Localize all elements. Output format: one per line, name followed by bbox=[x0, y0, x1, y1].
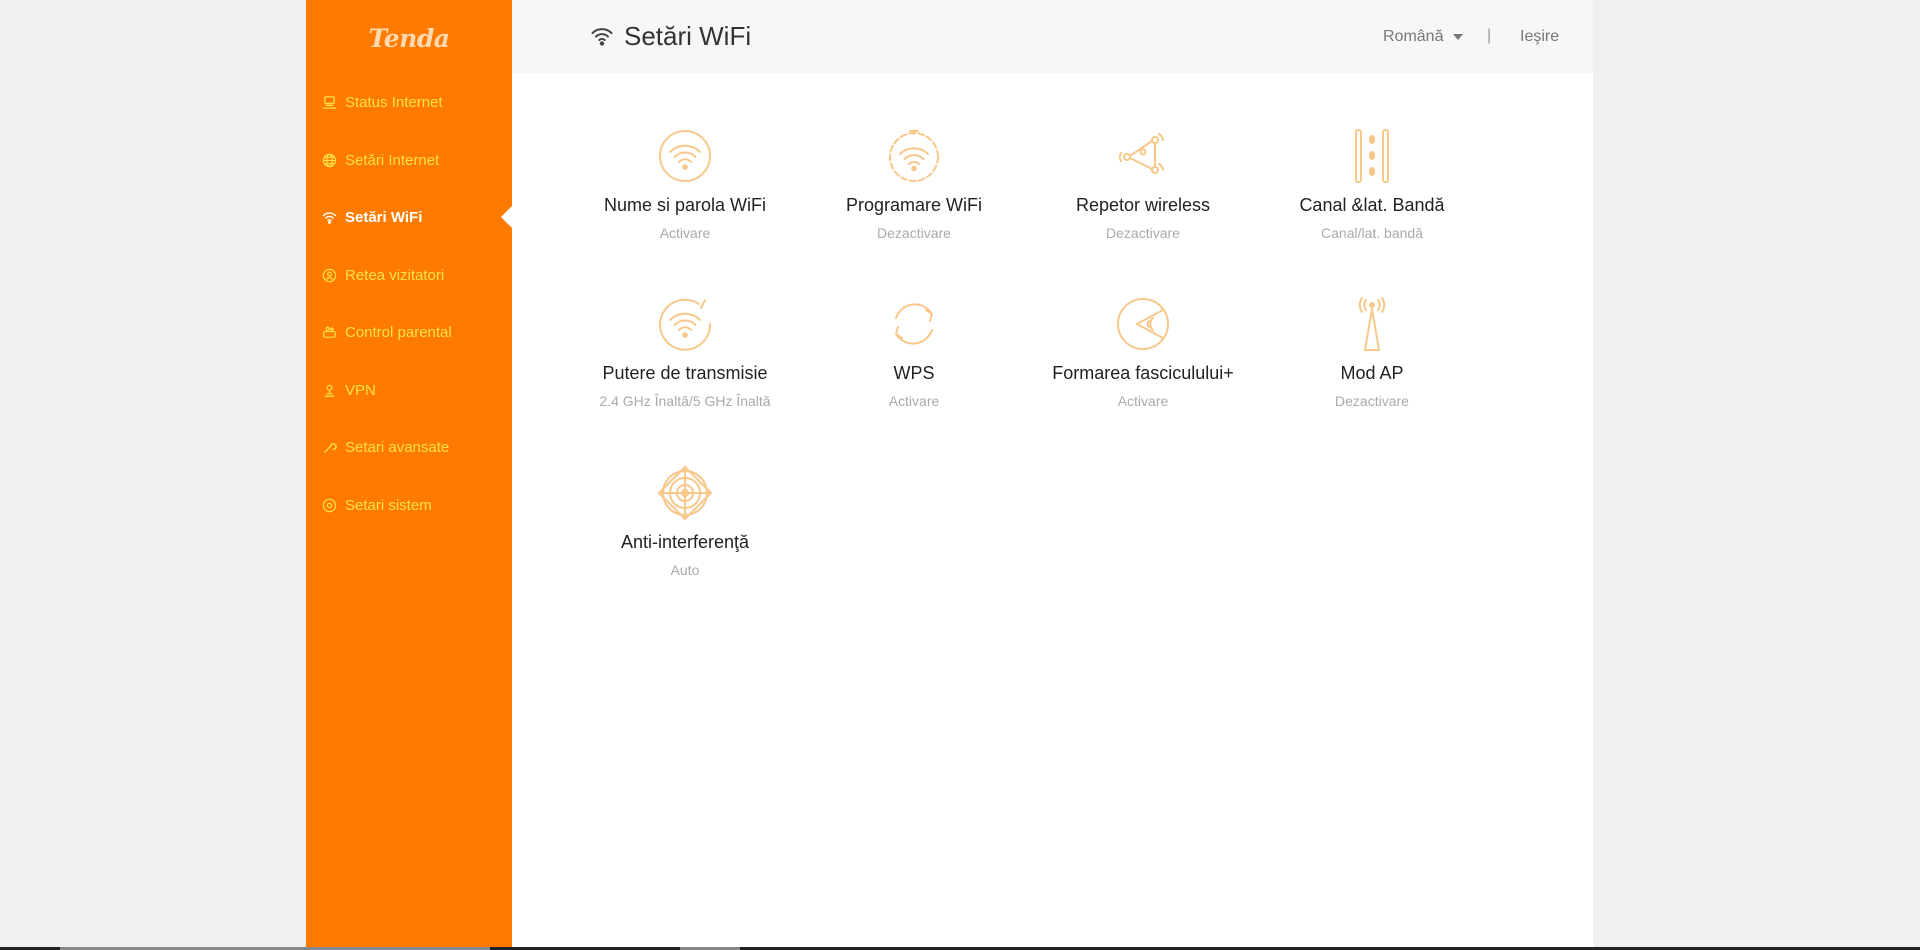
tile-status: Activare bbox=[888, 393, 940, 409]
tile-wifi-schedule[interactable]: Programare WiFi Dezactivare bbox=[814, 128, 1014, 245]
tile-title: Anti-interferenţă bbox=[620, 532, 750, 552]
logout-link[interactable]: Ieşire bbox=[1520, 28, 1559, 46]
beamforming-icon bbox=[1117, 298, 1169, 350]
sidebar-item-setari-sistem[interactable]: Setari sistem bbox=[320, 493, 432, 517]
tile-title: Nume si parola WiFi bbox=[603, 195, 767, 215]
globe-icon bbox=[320, 151, 338, 169]
antenna-icon bbox=[1358, 297, 1386, 351]
header-separator: | bbox=[1487, 27, 1492, 44]
language-label: Română bbox=[1383, 28, 1444, 45]
wrench-icon bbox=[320, 438, 338, 456]
page-title-text: Setări WiFi bbox=[624, 20, 752, 51]
tile-title: WPS bbox=[893, 363, 935, 383]
sidebar-item-label: Setări Internet bbox=[345, 151, 440, 169]
tile-transmit-power[interactable]: Putere de transmisie 2.4 GHz Înaltă/5 GH… bbox=[585, 296, 785, 413]
tile-ap-mode[interactable]: Mod AP Dezactivare bbox=[1272, 296, 1472, 413]
sidebar-item-label: Retea vizitatori bbox=[345, 266, 445, 284]
tile-status: Canal/lat. bandă bbox=[1321, 225, 1423, 241]
tile-wireless-repeater[interactable]: Repetor wireless Dezactivare bbox=[1043, 128, 1243, 245]
tile-beamforming[interactable]: Formarea fasciculului+ Activare bbox=[1043, 296, 1243, 413]
tile-title: Programare WiFi bbox=[845, 195, 983, 215]
channel-icon bbox=[1355, 129, 1389, 183]
tile-title: Canal &lat. Bandă bbox=[1299, 195, 1445, 215]
tile-status: Activare bbox=[1117, 393, 1169, 409]
tile-title: Repetor wireless bbox=[1075, 195, 1211, 215]
guest-network-icon bbox=[320, 266, 338, 284]
sidebar-item-label: VPN bbox=[345, 381, 376, 399]
tile-status: Dezactivare bbox=[1106, 225, 1180, 241]
sidebar-item-setari-avansate[interactable]: Setari avansate bbox=[320, 435, 449, 459]
tile-status: Dezactivare bbox=[877, 225, 951, 241]
gear-icon bbox=[320, 496, 338, 514]
wifi-icon bbox=[590, 24, 614, 48]
wps-icon bbox=[895, 303, 933, 345]
header-bar: Setări WiFi Română | Ieşire bbox=[512, 0, 1593, 73]
tile-wifi-name-password[interactable]: Nume si parola WiFi Activare bbox=[585, 128, 785, 245]
network-status-icon bbox=[320, 93, 338, 111]
sidebar-item-setari-wifi[interactable]: Setări WiFi bbox=[320, 205, 422, 229]
tile-anti-interference[interactable]: Anti-interferenţă Auto bbox=[585, 465, 785, 582]
active-indicator-arrow bbox=[501, 206, 512, 228]
chevron-down-icon bbox=[1453, 34, 1464, 40]
sidebar-item-status-internet[interactable]: Status Internet bbox=[320, 90, 443, 114]
tile-status: 2.4 GHz Înaltă/5 GHz Înaltă bbox=[599, 393, 771, 409]
sidebar-item-label: Setari avansate bbox=[345, 438, 450, 456]
wifi-circle-icon bbox=[659, 130, 711, 182]
tile-title: Mod AP bbox=[1340, 363, 1404, 383]
tile-status: Activare bbox=[659, 225, 711, 241]
sidebar-item-control-parental[interactable]: Control parental bbox=[320, 320, 452, 344]
tenda-logo: Tenda bbox=[368, 23, 451, 53]
sidebar-item-label: Setari sistem bbox=[345, 496, 432, 514]
tile-title: Formarea fasciculului+ bbox=[1052, 363, 1234, 383]
sidebar-item-vpn[interactable]: VPN bbox=[320, 378, 376, 402]
transmit-power-icon bbox=[659, 298, 712, 351]
sidebar-item-setari-internet[interactable]: Setări Internet bbox=[320, 148, 439, 172]
parental-control-icon bbox=[320, 323, 338, 341]
sidebar: Tenda Status Internet Setări Internet Se… bbox=[306, 0, 512, 947]
wifi-schedule-icon bbox=[889, 129, 939, 182]
anti-interference-icon bbox=[658, 466, 712, 520]
page-title: Setări WiFi bbox=[590, 18, 751, 54]
wifi-icon bbox=[320, 208, 338, 226]
main-content: Setări WiFi Română | Ieşire Nume si paro… bbox=[512, 0, 1593, 947]
vpn-icon bbox=[320, 381, 338, 399]
sidebar-item-retea-vizitatori[interactable]: Retea vizitatori bbox=[320, 263, 444, 287]
tile-status: Auto bbox=[670, 562, 700, 578]
tile-status: Dezactivare bbox=[1335, 393, 1409, 409]
tile-channel-bandwidth[interactable]: Canal &lat. Bandă Canal/lat. bandă bbox=[1272, 128, 1472, 245]
language-selector[interactable]: Română bbox=[1383, 28, 1464, 46]
tile-title: Putere de transmisie bbox=[602, 363, 768, 383]
repeater-icon bbox=[1118, 133, 1164, 174]
sidebar-item-label: Control parental bbox=[345, 323, 452, 341]
sidebar-item-label: Status Internet bbox=[345, 93, 443, 111]
tile-wps[interactable]: WPS Activare bbox=[814, 296, 1014, 413]
sidebar-item-label: Setări WiFi bbox=[345, 208, 423, 226]
